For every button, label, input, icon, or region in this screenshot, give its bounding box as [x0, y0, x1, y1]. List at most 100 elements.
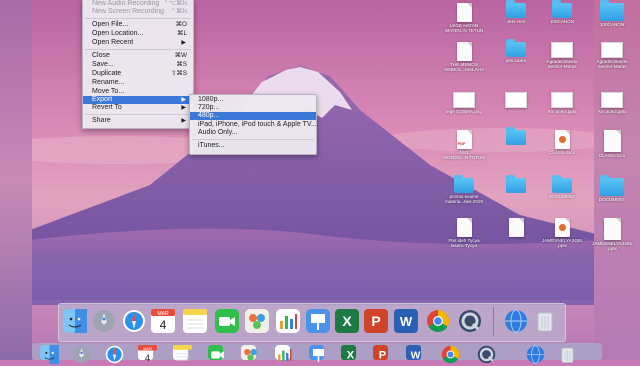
- quicktime-icon: [477, 345, 496, 364]
- background-desktop-edge: [0, 0, 32, 360]
- document-icon: [456, 42, 472, 61]
- excel-icon[interactable]: X: [335, 309, 359, 333]
- export-submenu: 1080p... 720p... 480p... iPad, iPhone, i…: [189, 94, 317, 155]
- desktop-file-icon[interactable]: Pos ideh Tycya lasaro-Tycya: [442, 218, 486, 249]
- menu-separator: [85, 18, 191, 19]
- desktop-file-icon[interactable]: JAMESNELYA3455 .pptx: [590, 218, 634, 252]
- powerpoint-icon: P: [373, 345, 392, 364]
- desktop-file-icon[interactable]: pontos exame materia...ties 2019: [442, 175, 486, 205]
- desktop-file-icon[interactable]: CLASS.docx: [590, 130, 634, 158]
- desktop-file-icon[interactable]: Jeto Heri: [494, 0, 538, 24]
- desktop-file-icon[interactable]: Agradecimento Senhor-Moras: [540, 42, 584, 70]
- desktop-file-label: Arri aceci.pptx: [547, 109, 577, 114]
- desktop-file-icon[interactable]: Arri aceci.pptx: [540, 92, 584, 114]
- compass-icon[interactable]: [122, 309, 146, 333]
- document-icon: [453, 92, 475, 108]
- desktop-file-label: Arri aceci.pptx: [597, 109, 627, 114]
- compass-icon: [105, 345, 124, 364]
- desktop-file-label: Jeto Heri: [506, 19, 526, 24]
- trash-icon[interactable]: [533, 309, 557, 333]
- menu-item-new-audio-recording[interactable]: New Audio Recording ⌃⌥⌘N: [83, 0, 193, 8]
- desktop-file-label: CLASS.docx: [548, 150, 576, 155]
- globe-icon[interactable]: [504, 309, 528, 333]
- trash-icon: [558, 345, 577, 364]
- desktop-file-icon[interactable]: THE MEMOS SIMBOL...MALAHA: [442, 42, 486, 73]
- export-option-720p[interactable]: 720p...: [190, 104, 316, 112]
- desktop-file-label: DOCUMENT: [548, 194, 576, 199]
- desktop-file-label: 100CANON: [599, 22, 625, 27]
- menu-separator: [192, 139, 314, 140]
- export-option-480p[interactable]: 480p...: [190, 112, 316, 120]
- svg-text:4: 4: [160, 318, 167, 332]
- desktop-file-label: NS3 MONOG...N TETUN: [443, 150, 485, 161]
- desktop-file-icon[interactable]: LEGE HATAN WATEN..N TETUN: [442, 3, 486, 34]
- desktop-file-icon[interactable]: [494, 218, 538, 237]
- menu-item-rename[interactable]: Rename...: [83, 79, 193, 87]
- desktop-file-icon[interactable]: [494, 127, 538, 145]
- folder-icon: [552, 0, 572, 18]
- document-icon: [601, 42, 623, 58]
- folder-icon: [600, 175, 624, 196]
- calendar-icon[interactable]: MAR 4: [151, 309, 175, 333]
- finder-icon[interactable]: [63, 309, 87, 333]
- keynote-icon: [309, 345, 328, 364]
- desktop-file-icon[interactable]: jeto Laure: [494, 39, 538, 63]
- desktop-file-label: JAMESNELYA3455 .pptx: [542, 238, 582, 249]
- desktop-file-icon[interactable]: Arri aceci.pptx: [590, 92, 634, 114]
- dock-separator: [493, 307, 494, 336]
- export-option-itunes[interactable]: iTunes...: [190, 142, 316, 150]
- folder-icon: [506, 175, 526, 193]
- menu-item-revert-to[interactable]: Revert To ▶: [83, 104, 193, 112]
- desktop-file-label: lege COSMA.png: [446, 109, 482, 114]
- menu-item-share[interactable]: Share ▶: [83, 117, 193, 125]
- menu-item-open-location[interactable]: Open Location... ⌘L: [83, 30, 193, 38]
- document-icon: [551, 92, 573, 108]
- menu-item-close[interactable]: Close ⌘W: [83, 52, 193, 60]
- svg-text:X: X: [342, 313, 352, 329]
- desktop-file-label: jeto Laure: [505, 58, 527, 63]
- document-icon: [456, 3, 472, 22]
- document-icon: [603, 218, 621, 240]
- menu-item-save[interactable]: Save... ⌘S: [83, 61, 193, 69]
- export-option-audio-only[interactable]: Audio Only...: [190, 129, 316, 137]
- rocket-icon[interactable]: [92, 309, 116, 333]
- video-icon[interactable]: [215, 309, 239, 333]
- desktop-file-icon[interactable]: [494, 175, 538, 193]
- chrome-icon: [441, 345, 460, 364]
- desktop-file-icon[interactable]: 100CANON: [590, 0, 634, 27]
- desktop-file-icon[interactable]: NS3 MONOG...N TETUN: [442, 130, 486, 161]
- desktop-file-icon[interactable]: 100CANON: [540, 0, 584, 24]
- menu-item-duplicate[interactable]: Duplicate ⇧⌘S: [83, 70, 193, 78]
- keynote-icon[interactable]: [306, 309, 330, 333]
- document-icon: [554, 218, 570, 237]
- desktop-file-icon[interactable]: Agradecimento Senhor-Maras: [590, 42, 634, 70]
- desktop-file-icon[interactable]: lege COSMA.png: [442, 92, 486, 114]
- chrome-icon[interactable]: [426, 309, 450, 333]
- folder-icon: [506, 127, 526, 145]
- powerpoint-icon[interactable]: P: [364, 309, 388, 333]
- photos-icon: [241, 345, 260, 364]
- desktop-file-icon[interactable]: [494, 92, 538, 108]
- word-icon: W: [406, 345, 425, 364]
- menu-item-move-to[interactable]: Move To...: [83, 88, 193, 96]
- desktop-file-label: THE MEMOS SIMBOL...MALAHA: [443, 62, 485, 73]
- desktop-file-icon[interactable]: JAMESNELYA3455 .pptx: [540, 218, 584, 249]
- desktop-file-icon[interactable]: DOCUMENT: [590, 175, 634, 202]
- word-icon[interactable]: W: [394, 309, 418, 333]
- menu-item-export[interactable]: Export ▶: [83, 96, 193, 104]
- export-option-ipad-iphone[interactable]: iPad, iPhone, iPod touch & Apple TV...: [190, 121, 317, 129]
- photos-icon[interactable]: [245, 309, 269, 333]
- menu-item-new-screen-recording[interactable]: New Screen Recording ⌃⌘N: [83, 8, 193, 16]
- quicktime-icon[interactable]: [458, 309, 482, 333]
- document-icon: [456, 218, 472, 237]
- menu-item-open-file[interactable]: Open File... ⌘O: [83, 21, 193, 29]
- menu-item-open-recent[interactable]: Open Recent ▶: [83, 39, 193, 47]
- desktop-file-icon[interactable]: CLASS.docx: [540, 130, 584, 155]
- desktop-file-icon[interactable]: DOCUMENT: [540, 175, 584, 199]
- notes-icon[interactable]: [183, 309, 207, 333]
- bar-chart-icon[interactable]: [276, 309, 300, 333]
- desktop-file-label: Pos ideh Tycya lasaro-Tycya: [448, 238, 480, 249]
- document-icon: [508, 218, 524, 237]
- document-icon: [601, 92, 623, 108]
- export-option-1080p[interactable]: 1080p...: [190, 96, 316, 104]
